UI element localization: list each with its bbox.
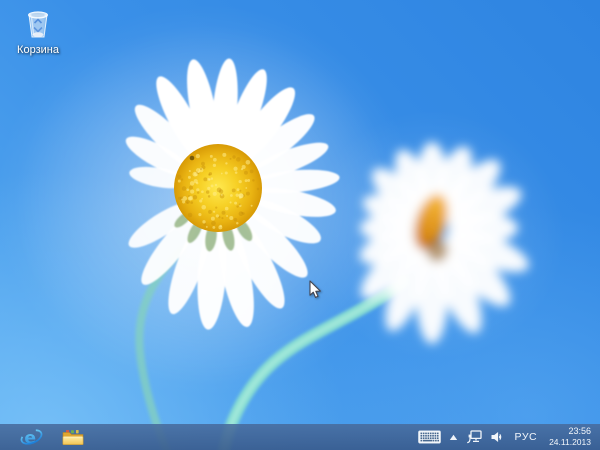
network-icon bbox=[466, 430, 482, 444]
mouse-cursor bbox=[309, 280, 321, 298]
taskbar-pinned-apps: e bbox=[0, 424, 86, 450]
wallpaper-daisies bbox=[15, 25, 565, 450]
touch-keyboard-button[interactable] bbox=[417, 424, 442, 450]
desktop-icon-recycle-bin[interactable]: Корзина bbox=[6, 6, 70, 58]
network-button[interactable] bbox=[465, 424, 483, 450]
taskbar-clock[interactable]: 23:56 24.11.2013 bbox=[546, 426, 591, 449]
volume-icon bbox=[491, 432, 501, 442]
internet-explorer-button[interactable]: e bbox=[18, 424, 44, 450]
file-explorer-button[interactable] bbox=[60, 424, 86, 450]
taskbar: e РУС 23:56 24.11.2013 bbox=[0, 424, 600, 450]
recycle-bin-icon bbox=[28, 11, 48, 38]
internet-explorer-icon: e bbox=[20, 428, 42, 448]
clock-time: 23:56 bbox=[568, 425, 591, 436]
show-hidden-icons-icon bbox=[449, 434, 457, 440]
touch-keyboard-icon bbox=[417, 430, 441, 444]
volume-button[interactable] bbox=[489, 424, 506, 450]
desktop-icon-label: Корзина bbox=[17, 44, 59, 56]
file-explorer-icon bbox=[62, 429, 84, 445]
language-indicator[interactable]: РУС bbox=[512, 431, 541, 443]
svg-text:e: e bbox=[24, 428, 36, 448]
system-tray: РУС 23:56 24.11.2013 bbox=[417, 424, 600, 450]
clock-date: 24.11.2013 bbox=[549, 437, 591, 448]
show-hidden-icons-button[interactable] bbox=[448, 424, 459, 450]
desktop: Корзина e РУС 23:56 24.11.2013 bbox=[0, 0, 600, 450]
